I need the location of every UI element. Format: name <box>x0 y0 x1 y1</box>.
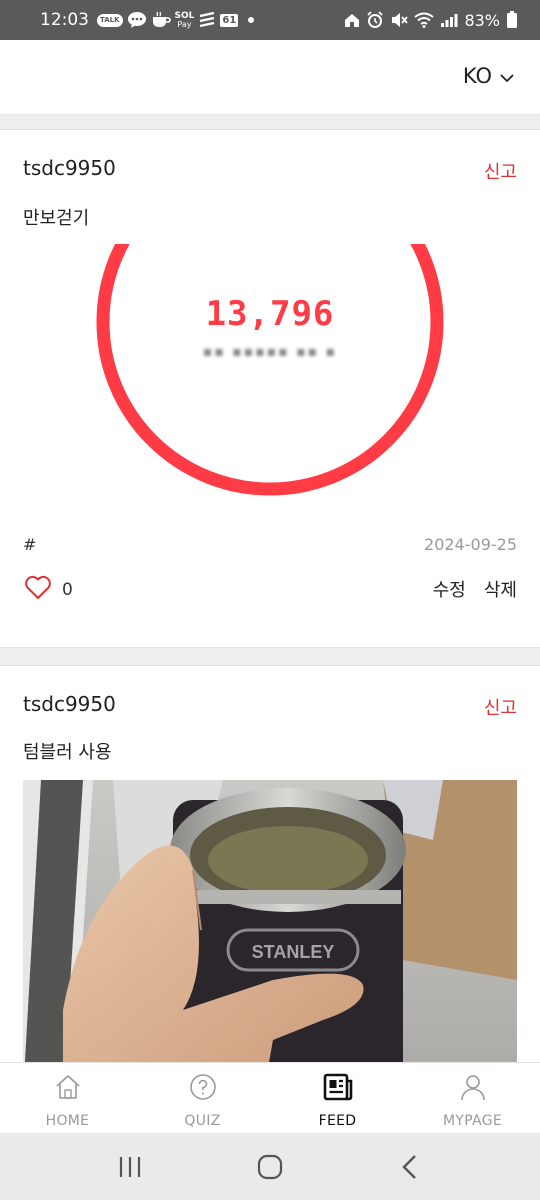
language-label: KO <box>462 64 492 88</box>
back-chevron-icon <box>402 1154 416 1179</box>
nav-item-quiz[interactable]: QUIZ <box>135 1063 270 1133</box>
notification-icons: TALK SOL Pay 61 <box>97 10 255 30</box>
nav-label-mypage: MYPAGE <box>442 1113 502 1129</box>
post-title: 텀블러 사용 <box>23 742 112 763</box>
status-bar: 12:03 TALK SOL Pay 61 83% <box>0 0 540 40</box>
post-image[interactable]: STANLEY <box>23 780 517 1096</box>
nav-label-quiz: QUIZ <box>184 1113 221 1129</box>
signal-icon <box>440 10 458 30</box>
post-username[interactable]: tsdc9950 <box>23 156 116 180</box>
status-time: 12:03 <box>40 10 89 30</box>
nav-label-home: HOME <box>45 1113 90 1129</box>
feed-post-card: tsdc9950 신고 만보걷기 13,796 ▪▪ ▪▪▪▪▪ ▪▪ ▪ # … <box>0 129 540 648</box>
post-title: 만보걷기 <box>23 208 90 229</box>
screen: 12:03 TALK SOL Pay 61 83% KO tsdc9950 신고… <box>0 0 540 1200</box>
post-username[interactable]: tsdc9950 <box>23 692 116 716</box>
language-selector[interactable]: KO <box>463 64 514 88</box>
report-button[interactable]: 신고 <box>484 158 517 184</box>
recent-apps-button[interactable] <box>100 1147 160 1187</box>
battery-percent: 83% <box>464 10 500 30</box>
feed-post-card: tsdc9950 신고 텀블러 사용 STANLEY <box>0 665 540 1096</box>
post-date: 2024-09-25 <box>424 535 517 554</box>
step-ring-graphic <box>96 244 444 496</box>
delete-button[interactable]: 삭제 <box>484 576 517 602</box>
nav-label-feed: FEED <box>318 1113 357 1129</box>
post-hashtag[interactable]: # <box>23 535 36 554</box>
feed-icon <box>323 1073 353 1105</box>
report-button[interactable]: 신고 <box>484 694 517 720</box>
system-status-icons: 83% <box>344 10 518 30</box>
stripes-app-icon <box>198 10 216 30</box>
nav-item-mypage[interactable]: MYPAGE <box>405 1063 540 1133</box>
pay-icon: SOL Pay <box>174 10 195 29</box>
recent-apps-icon <box>119 1156 141 1177</box>
kakaotalk-icon: TALK <box>97 10 123 30</box>
heart-icon <box>24 575 52 604</box>
svg-text:STANLEY: STANLEY <box>252 942 335 962</box>
back-button[interactable] <box>380 1147 440 1187</box>
alarm-icon <box>366 10 384 30</box>
nav-item-home[interactable]: HOME <box>0 1063 135 1133</box>
step-subtext-blurred: ▪▪ ▪▪▪▪▪ ▪▪ ▪ <box>202 344 338 360</box>
post-actions: 수정 삭제 <box>433 576 517 602</box>
chat-bubble-icon <box>127 10 147 30</box>
more-notifications-dot <box>248 17 255 23</box>
coffee-cup-icon <box>151 10 171 30</box>
step-count: 13,796 <box>205 294 335 334</box>
home-circle-icon <box>257 1154 283 1179</box>
chevron-down-icon <box>500 64 514 88</box>
system-navigation-bar <box>0 1133 540 1200</box>
home-system-button[interactable] <box>240 1147 300 1187</box>
user-icon <box>459 1073 487 1105</box>
mute-icon <box>390 10 409 30</box>
battery-icon <box>506 10 518 30</box>
wifi-icon <box>414 10 435 30</box>
edit-button[interactable]: 수정 <box>433 576 466 602</box>
post-image[interactable]: 13,796 ▪▪ ▪▪▪▪▪ ▪▪ ▪ <box>23 244 517 506</box>
like-count: 0 <box>62 579 73 600</box>
app-header: KO <box>0 40 540 115</box>
home-status-icon <box>344 10 360 30</box>
app-61-icon: 61 <box>220 13 239 27</box>
tumbler-photo: STANLEY <box>23 780 517 1096</box>
home-icon <box>54 1073 82 1105</box>
quiz-icon <box>189 1073 217 1105</box>
like-button[interactable]: 0 <box>24 575 73 604</box>
nav-item-feed[interactable]: FEED <box>270 1063 405 1133</box>
bottom-navigation: HOME QUIZ FEED MYPAGE <box>0 1062 540 1133</box>
